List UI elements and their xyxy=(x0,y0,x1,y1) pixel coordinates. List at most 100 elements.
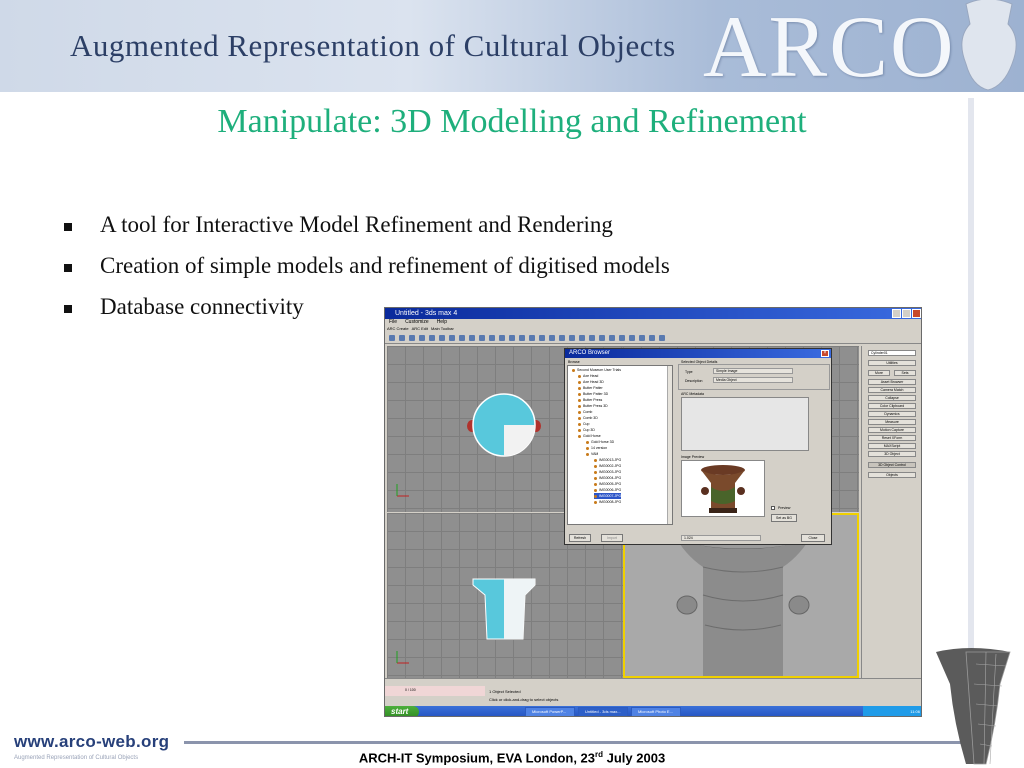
banner-title: Augmented Representation of Cultural Obj… xyxy=(70,28,676,63)
more-button[interactable]: More xyxy=(868,370,890,376)
vase-preview-image xyxy=(701,465,745,513)
tool-icon[interactable] xyxy=(529,335,535,341)
tool-icon[interactable] xyxy=(439,335,445,341)
bullet-item: Creation of simple models and refinement… xyxy=(64,253,670,294)
tool-icon[interactable] xyxy=(519,335,525,341)
3d-object-control-rollout[interactable]: 3D Object Control xyxy=(868,462,916,468)
image-preview xyxy=(681,460,765,517)
tool-icon[interactable] xyxy=(539,335,545,341)
dialog-close-icon[interactable]: × xyxy=(821,350,829,357)
tree-scrollbar[interactable] xyxy=(667,366,672,524)
tool-icon[interactable] xyxy=(569,335,575,341)
color-clipboard-button[interactable]: Color Clipboard xyxy=(868,403,916,409)
system-tray: 11:06 xyxy=(863,706,921,716)
tool-icon[interactable] xyxy=(389,335,395,341)
sets-button[interactable]: Sets xyxy=(894,370,916,376)
track-bar[interactable] xyxy=(385,678,921,686)
tool-icon[interactable] xyxy=(509,335,515,341)
maximize-button[interactable] xyxy=(902,309,911,318)
tool-icon[interactable] xyxy=(499,335,505,341)
maxscript-button[interactable]: MAXScript xyxy=(868,443,916,449)
tool-icon[interactable] xyxy=(599,335,605,341)
arco-browser-dialog: ARCO Browser × Browse Second Museum User… xyxy=(564,348,832,545)
refresh-button[interactable]: Refresh xyxy=(569,534,591,542)
vase-logo-icon xyxy=(961,0,1017,91)
type-field[interactable]: Simple Image xyxy=(713,368,793,374)
task-powerpoint[interactable]: Microsoft PowerP... xyxy=(525,707,575,716)
footer-rule xyxy=(184,741,970,744)
bullet-square-icon xyxy=(64,305,72,313)
tool-icon[interactable] xyxy=(559,335,565,341)
status-bar: 1 Object Selected Click or click-and-dra… xyxy=(385,686,921,706)
object-name-field[interactable]: Cylinder01 xyxy=(868,350,916,356)
tree-item[interactable]: IMG0008.JPG xyxy=(594,499,621,505)
reset-xform-button[interactable]: Reset XForm xyxy=(868,435,916,441)
bullet-square-icon xyxy=(64,223,72,231)
preview-checkbox-label: Preview xyxy=(778,506,791,510)
collapse-button[interactable]: Collapse xyxy=(868,395,916,401)
tool-icon[interactable] xyxy=(399,335,405,341)
motion-capture-button[interactable]: Motion Capture xyxy=(868,427,916,433)
tool-icon[interactable] xyxy=(589,335,595,341)
task-photo-editor[interactable]: Microsoft Photo E... xyxy=(631,707,681,716)
menu-customize[interactable]: Customize xyxy=(405,319,429,326)
browse-label: Browse xyxy=(568,360,580,364)
tool-icon[interactable] xyxy=(609,335,615,341)
tool-icon[interactable] xyxy=(469,335,475,341)
objects-button[interactable]: Objects xyxy=(868,472,916,478)
tool-icon[interactable] xyxy=(619,335,625,341)
set-as-bg-button[interactable]: Set as BG xyxy=(771,514,797,522)
image-preview-label: Image Preview xyxy=(681,455,705,459)
tool-icon[interactable] xyxy=(449,335,455,341)
slide-title: Manipulate: 3D Modelling and Refinement xyxy=(217,103,807,140)
tool-icon[interactable] xyxy=(429,335,435,341)
camera-match-button[interactable]: Camera Match xyxy=(868,387,916,393)
tool-icon[interactable] xyxy=(549,335,555,341)
metadata-label: ARC Metadata xyxy=(681,392,704,396)
bullet-square-icon xyxy=(64,264,72,272)
command-panel: Cylinder01 Utilities More Sets Asset Bro… xyxy=(861,346,921,678)
import-button[interactable]: Import xyxy=(601,534,623,542)
footer-url[interactable]: www.arco-web.org xyxy=(14,732,169,752)
app-titlebar: Untitled - 3ds max 4 xyxy=(385,308,921,319)
tool-icon[interactable] xyxy=(629,335,635,341)
measure-button[interactable]: Measure xyxy=(868,419,916,425)
minimize-button[interactable] xyxy=(892,309,901,318)
dialog-titlebar: ARCO Browser × xyxy=(565,349,831,358)
asset-browser-button[interactable]: Asset Browser xyxy=(868,379,916,385)
utilities-tab[interactable]: Utilities xyxy=(868,360,916,366)
menu-bar: File Customize Help xyxy=(385,319,921,326)
dialog-title: ARCO Browser xyxy=(569,350,611,356)
right-divider xyxy=(968,98,974,738)
dynamics-button[interactable]: Dynamics xyxy=(868,411,916,417)
status-field: 1.024 xyxy=(681,535,761,541)
tool-icon[interactable] xyxy=(459,335,465,341)
footer-event: ARCH-IT Symposium, EVA London, 23rd July… xyxy=(358,750,666,766)
object-tree[interactable]: Second Museum User Trials Axe Head Axe H… xyxy=(567,365,673,525)
tool-icon[interactable] xyxy=(419,335,425,341)
description-field[interactable]: Media Object xyxy=(713,377,793,383)
tool-icon[interactable] xyxy=(649,335,655,341)
type-label: Type xyxy=(685,370,693,374)
description-label: Description xyxy=(685,379,703,383)
header-banner: Augmented Representation of Cultural Obj… xyxy=(0,0,1024,92)
status-selection: 1 Object Selected xyxy=(489,689,521,694)
bullet-item: A tool for Interactive Model Refinement … xyxy=(64,212,670,253)
tool-icon[interactable] xyxy=(489,335,495,341)
close-button[interactable] xyxy=(912,309,921,318)
tool-icon[interactable] xyxy=(479,335,485,341)
close-dialog-button[interactable]: Close xyxy=(801,534,825,542)
tool-icon[interactable] xyxy=(409,335,415,341)
main-toolbar xyxy=(385,332,921,344)
status-prompt: Click or click-and-drag to select object… xyxy=(489,697,559,702)
menu-file[interactable]: File xyxy=(389,319,397,326)
tool-icon[interactable] xyxy=(579,335,585,341)
tool-icon[interactable] xyxy=(639,335,645,341)
menu-help[interactable]: Help xyxy=(437,319,447,326)
preview-checkbox[interactable] xyxy=(771,506,775,510)
start-button[interactable]: start xyxy=(385,706,419,716)
tool-icon[interactable] xyxy=(659,335,665,341)
3d-object-button[interactable]: 3D Object xyxy=(868,451,916,457)
task-3ds-max[interactable]: Untitled - 3ds max... xyxy=(578,707,628,716)
metadata-textarea[interactable] xyxy=(681,397,809,451)
